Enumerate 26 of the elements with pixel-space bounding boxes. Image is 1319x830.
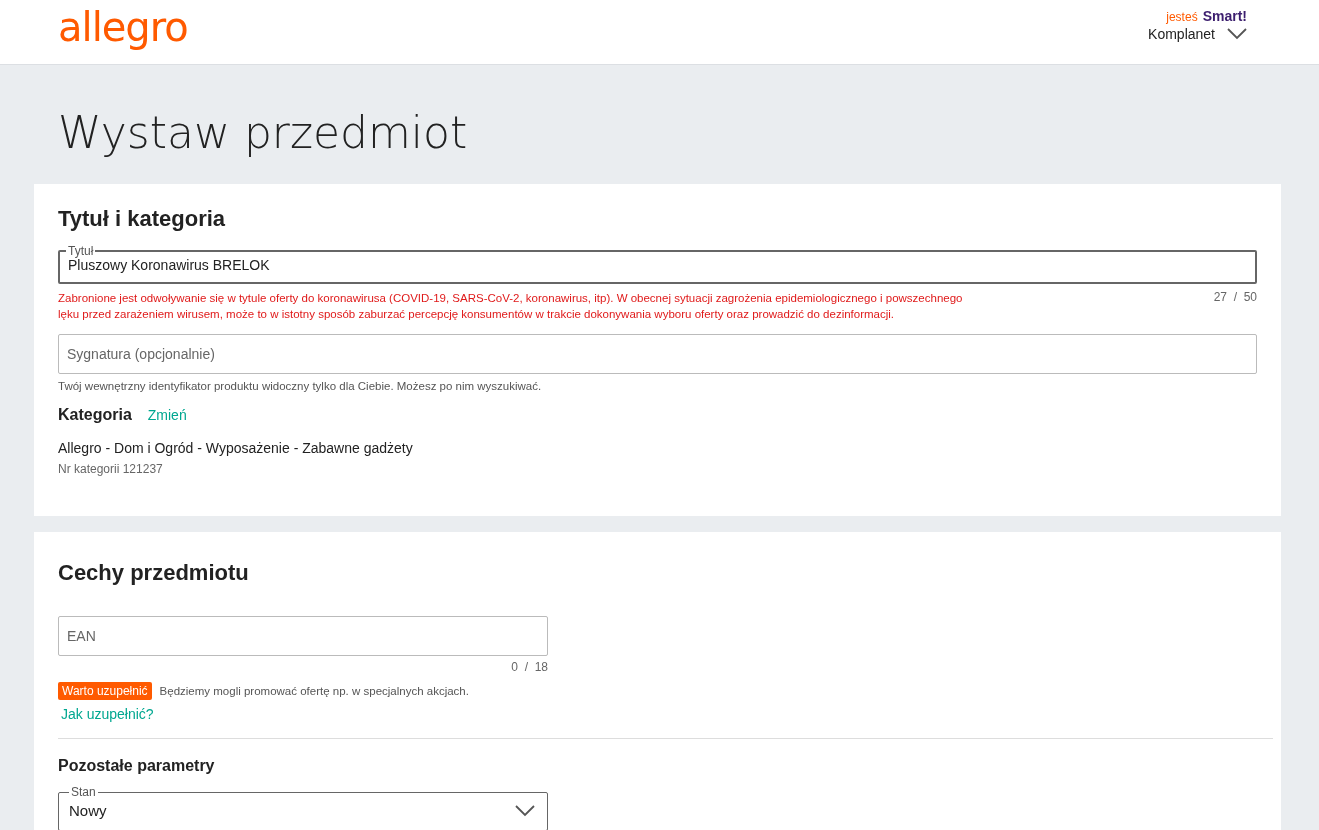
condition-dropdown[interactable]: Stan Nowy bbox=[58, 787, 548, 830]
section-heading: Cechy przedmiotu bbox=[58, 560, 250, 586]
ean-input-field[interactable]: EAN bbox=[58, 616, 548, 656]
character-counter: 27 / 50 bbox=[1213, 290, 1257, 306]
dropdown-value: Nowy bbox=[69, 802, 107, 819]
category-path: Allegro - Dom i Ogród - Wyposażenie - Zabawne gadżety bbox=[58, 440, 414, 456]
recommendation-badge: Warto uzupełnić bbox=[58, 682, 152, 700]
category-label: Kategoria bbox=[58, 406, 132, 424]
field-label: Tytuł bbox=[67, 246, 95, 256]
character-counter: 0 / 18 bbox=[510, 660, 548, 674]
smart-label: Smart! bbox=[1202, 8, 1247, 24]
section-heading: Tytuł i kategoria bbox=[58, 206, 227, 232]
field-label: Stan bbox=[70, 787, 97, 797]
subsection-heading: Pozostałe parametry bbox=[58, 757, 216, 775]
category-number: Nr kategorii 121237 bbox=[58, 462, 164, 476]
field-hint: Będziemy mogli promować ofertę np. w specjalnych akcjach. bbox=[159, 685, 469, 697]
signature-input-field[interactable]: Sygnatura (opcjonalnie) bbox=[58, 334, 1257, 374]
field-hint: Twój wewnętrzny identyfikator produktu widoczny tylko dla Ciebie. Możesz po nim wyszukiwać. bbox=[58, 380, 543, 392]
chevron-down-icon bbox=[515, 804, 535, 817]
chevron-down-icon[interactable] bbox=[1227, 28, 1247, 40]
user-name[interactable]: Komplanet bbox=[1148, 26, 1215, 42]
title-input-field[interactable]: Pluszowy Koronawirus BRELOK bbox=[68, 257, 1247, 273]
smart-prefix: jesteś bbox=[1166, 10, 1198, 24]
error-message: Zabronione jest odwoływanie się w tytule oferty do koronawirusa (COVID-19, SARS-CoV-2, koronawirus, itp). W obecnej sytuacji zagrożenia epidemiologicznego i powszechnego lęku przed zarażeniem wirusem, może to w istotny sposób zaburzać percepcję konsumentów w trakcie dokonywania wyboru oferty oraz prowadzić do dezinformacji. bbox=[58, 291, 964, 322]
title-field[interactable]: Tytuł Pluszowy Koronawirus BRELOK bbox=[58, 246, 1257, 284]
page-title: Wystaw przedmiot bbox=[57, 106, 469, 160]
